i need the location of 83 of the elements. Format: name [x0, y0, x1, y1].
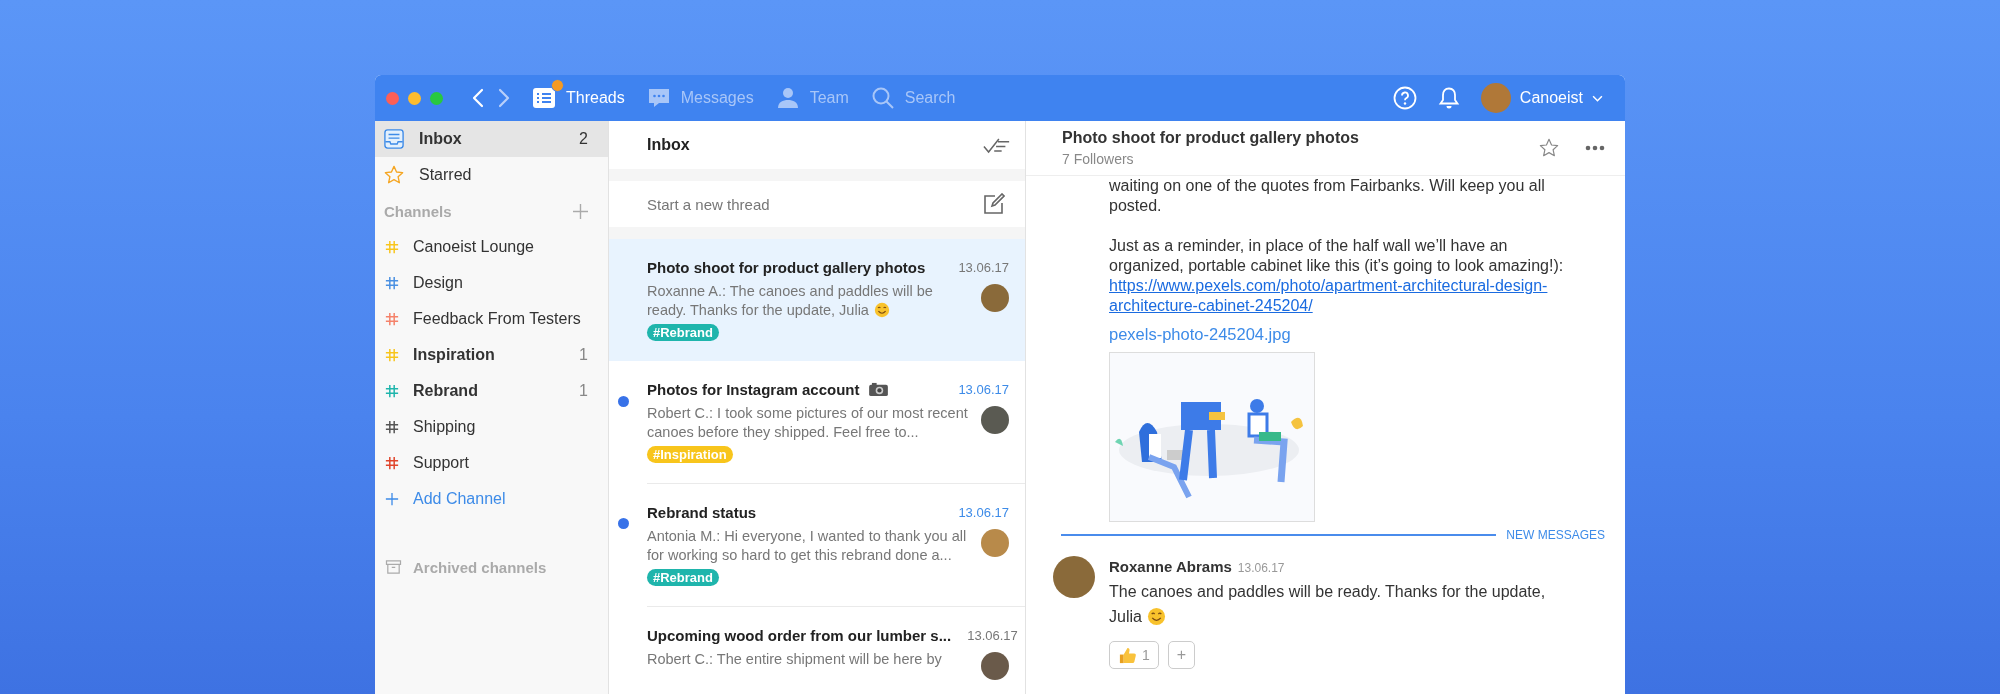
- add-icon[interactable]: [573, 203, 588, 219]
- avatar: [1053, 556, 1095, 598]
- channel-item[interactable]: Rebrand 1: [375, 373, 608, 409]
- new-messages-divider: NEW MESSAGES: [1506, 528, 1605, 542]
- channel-item[interactable]: Canoeist Lounge: [375, 229, 608, 265]
- channel-name: Inspiration: [413, 346, 495, 364]
- inbox-icon: [384, 129, 404, 149]
- thread-title: Photo shoot for product gallery photos: [647, 259, 926, 276]
- message-paragraph: waiting on one of the quotes from Fairbanks. Will keep you all posted.: [1109, 176, 1546, 216]
- followers-count[interactable]: 7 Followers: [1062, 151, 1513, 167]
- channel-item[interactable]: Inspiration 1: [375, 337, 608, 373]
- search-icon: [870, 86, 895, 110]
- list-icon: [532, 86, 556, 110]
- avatar: [1480, 83, 1511, 113]
- chevron-down-icon: [1592, 94, 1603, 102]
- notifications-bell-icon[interactable]: [1436, 86, 1461, 110]
- unread-count: 1: [579, 382, 588, 400]
- conversation-title: Photo shoot for product gallery photos: [1062, 129, 1360, 147]
- star-icon[interactable]: [1539, 138, 1559, 158]
- avatar: [981, 284, 1009, 312]
- thread-preview: Antonia M.: Hi everyone, I wanted to thank you all for working so hard to get this rebrand done a...: [647, 527, 968, 565]
- thread-item[interactable]: Rebrand status 13.06.17 Antonia M.: Hi everyone, I wanted to thank you all for working so hard to get this rebrand done a... #Rebrand: [609, 483, 1025, 606]
- thread-preview: Roxanne A.: The canoes and paddles will be ready. Thanks for the update, Julia: [647, 282, 934, 320]
- channel-item[interactable]: Feedback From Testers: [375, 301, 608, 337]
- thread-title: Rebrand status: [647, 504, 757, 521]
- attachment-link[interactable]: pexels-photo-245204.jpg: [1109, 322, 1291, 346]
- channel-item[interactable]: Support: [375, 445, 608, 481]
- person-icon: [775, 86, 800, 110]
- add-reaction-button[interactable]: +: [1167, 641, 1196, 669]
- plus-icon: [384, 492, 399, 506]
- unread-count: 2: [579, 130, 588, 148]
- sidebar-label: Starred: [419, 166, 472, 184]
- message-date: 13.06.17: [1237, 561, 1285, 575]
- channel-name: Feedback From Testers: [413, 310, 581, 328]
- thread-date: 13.06.17: [967, 628, 1018, 643]
- mark-all-read-icon[interactable]: [983, 136, 1011, 154]
- more-icon[interactable]: [1585, 145, 1605, 151]
- sidebar-item[interactable]: Inbox 2: [375, 121, 608, 157]
- channel-name: Support: [413, 454, 470, 472]
- message-text: The canoes and paddles will be ready. Thanks for the update, Julia: [1109, 582, 1547, 628]
- user-name: Canoeist: [1519, 89, 1583, 107]
- list-title: Inbox: [647, 136, 690, 154]
- illustration-thumbnail[interactable]: [1109, 352, 1315, 522]
- forward-icon[interactable]: [498, 88, 510, 108]
- avatar: [981, 652, 1009, 680]
- thread-item[interactable]: Photo shoot for product gallery photos 13.06.17 Roxanne A.: The canoes and paddles will be ready. Thanks for the update, Julia #Rebrand: [609, 239, 1025, 361]
- thumbs-up-icon: [1118, 645, 1137, 665]
- section-heading: Channels: [384, 202, 452, 220]
- avatar: [981, 529, 1009, 557]
- user-menu[interactable]: Canoeist: [1480, 83, 1603, 113]
- channel-item[interactable]: Design: [375, 265, 608, 301]
- thread-date: 13.06.17: [958, 260, 1009, 275]
- thread-item[interactable]: Upcoming wood order from our lumber s... 13.06.17 Robert C.: The entire shipment will be here by: [609, 606, 1025, 694]
- author-name[interactable]: Roxanne Abrams: [1109, 558, 1232, 575]
- thread-date: 13.06.17: [958, 505, 1009, 520]
- help-icon[interactable]: [1392, 86, 1417, 110]
- back-icon[interactable]: [472, 88, 484, 108]
- minimize-button[interactable]: [408, 91, 421, 105]
- channel-name: Design: [413, 274, 463, 292]
- message-paragraph: Just as a reminder, in place of the half wall we’ll have an organized, portable cabinet like this (it’s going to look amazing!): https://www.pexels.com/photo/apartment-architectural-design-architecture-cabinet-245204/: [1109, 236, 1579, 316]
- archive-box-icon: [384, 560, 402, 574]
- add-channel-link[interactable]: Add Channel: [375, 481, 608, 517]
- channel-name: Shipping: [413, 418, 476, 436]
- thread-date: 13.06.17: [958, 382, 1009, 397]
- chat-bubble-icon: [646, 86, 671, 110]
- star-icon: [384, 165, 404, 185]
- url-link[interactable]: https://www.pexels.com/photo/apartment-architectural-design-architecture-cabinet-245204/: [1109, 276, 1579, 316]
- unread-count: 1: [579, 346, 588, 364]
- thread-item[interactable]: Photos for Instagram account 13.06.17 Robert C.: I took some pictures of our most recent canoes before they shipped. Feel free to... #Inspiration: [609, 361, 1025, 483]
- compose-icon[interactable]: [983, 193, 1005, 215]
- channel-name: Canoeist Lounge: [413, 238, 534, 256]
- sidebar-item[interactable]: Starred: [375, 157, 608, 193]
- avatar: [981, 406, 1009, 434]
- thread-preview: Robert C.: The entire shipment will be here by: [647, 650, 943, 669]
- toolbar-tab[interactable]: Threads: [532, 78, 625, 118]
- thread-title: Upcoming wood order from our lumber s...: [647, 627, 952, 644]
- thread-preview: Robert C.: I took some pictures of our most recent canoes before they shipped. Feel free to...: [647, 404, 969, 442]
- reaction-button[interactable]: 1: [1109, 641, 1159, 669]
- channel-name: Rebrand: [413, 382, 478, 400]
- new-thread-field[interactable]: Start a new thread: [647, 195, 983, 213]
- channel-item[interactable]: Shipping: [375, 409, 608, 445]
- thread-title: Photos for Instagram account: [647, 381, 860, 398]
- sidebar-label: Inbox: [419, 130, 462, 148]
